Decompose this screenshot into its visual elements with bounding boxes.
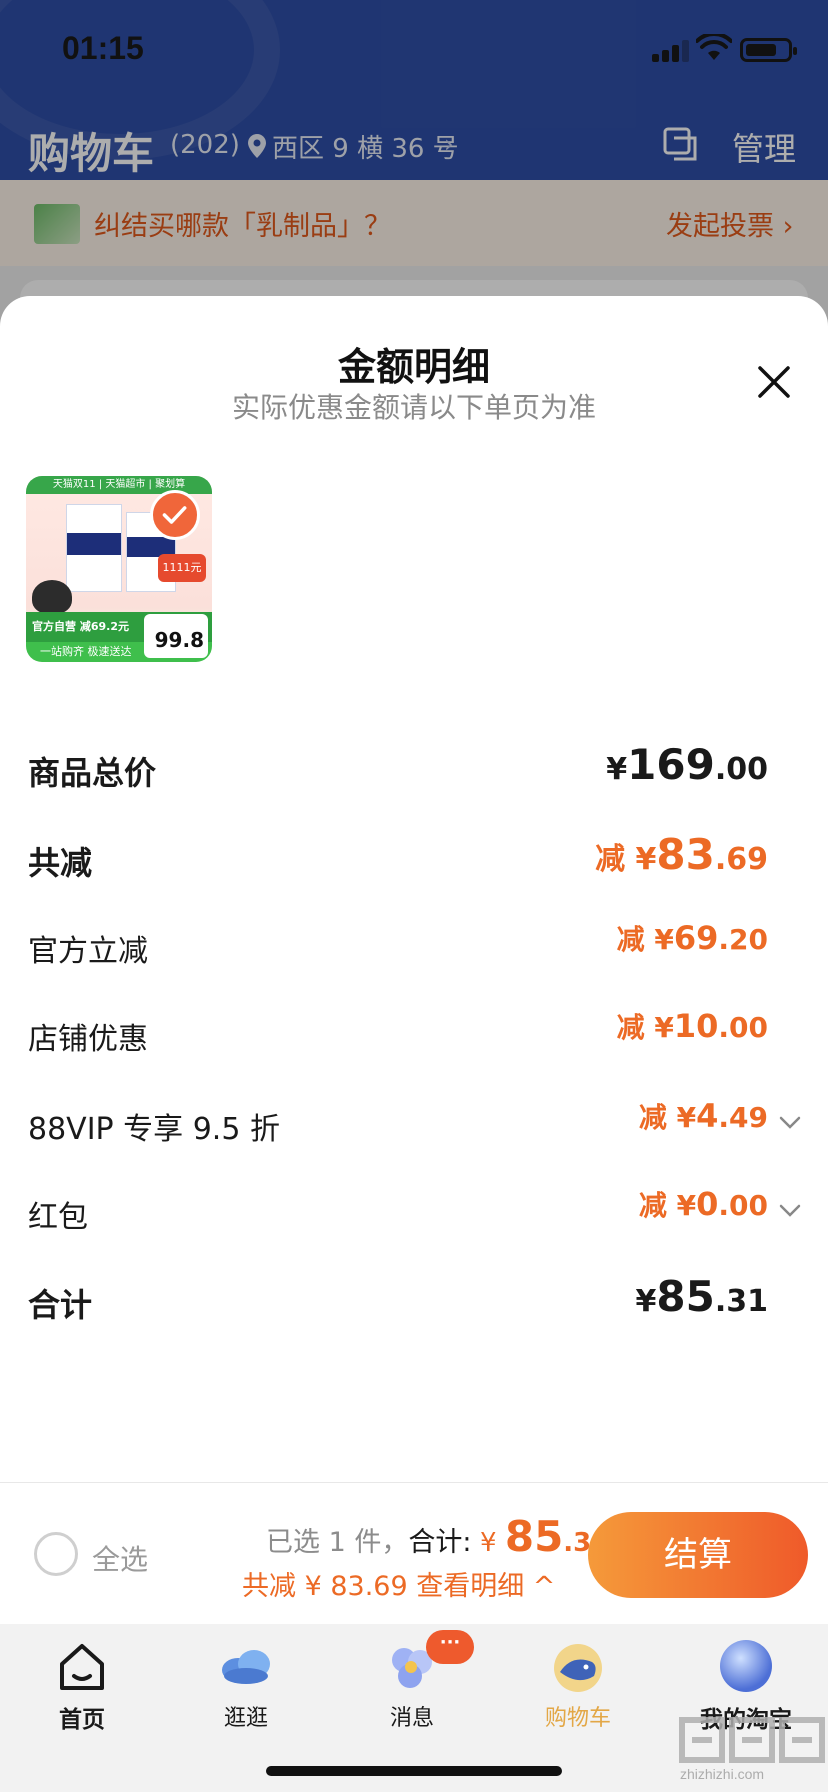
close-icon[interactable] — [756, 364, 792, 400]
checkmark-icon[interactable] — [150, 490, 200, 540]
row-official-discount: 官方立减 减 ¥69.20 — [0, 918, 828, 978]
row-label: 商品总价 — [28, 754, 157, 792]
row-store-discount: 店铺优惠 减 ¥10.00 — [0, 1006, 828, 1066]
product-box-image — [66, 504, 122, 592]
select-all-radio[interactable] — [34, 1532, 78, 1576]
cart-whale-icon — [554, 1644, 602, 1692]
product-promo-tag: 官方自营 减69.2元 — [32, 620, 129, 633]
watermark-text: zhizhizhi.com — [680, 1766, 765, 1782]
message-badge: ··· — [426, 1630, 474, 1664]
row-value: 减 ¥4.49 — [638, 1097, 768, 1135]
product-card-price: 99.8 — [144, 614, 208, 658]
row-label: 红包 — [28, 1200, 88, 1235]
row-label: 88VIP 专享 9.5 折 — [28, 1112, 280, 1147]
row-total-reduction: 共减 减 ¥83.69 — [0, 830, 828, 890]
row-goods-total: 商品总价 ¥169.00 — [0, 740, 828, 800]
home-indicator — [266, 1766, 562, 1776]
row-value: 减 ¥0.00 — [638, 1185, 768, 1223]
tab-cart[interactable]: 购物车 — [518, 1636, 638, 1746]
tab-home[interactable]: 首页 — [22, 1636, 142, 1746]
row-label: 共减 — [28, 844, 93, 882]
tmall-mascot-icon — [32, 580, 72, 614]
sheet-subtitle: 实际优惠金额请以下单页为准 — [231, 391, 596, 424]
tab-label: 逛逛 — [223, 1706, 268, 1731]
product-price-badge: 1111元 — [158, 554, 206, 582]
checkout-button[interactable]: 结算 — [588, 1512, 808, 1598]
chevron-down-icon[interactable] — [776, 1196, 804, 1224]
cloud-icon — [222, 1650, 270, 1684]
row-value: ¥85.31 — [635, 1272, 768, 1321]
avatar-orb-icon — [720, 1640, 772, 1692]
selected-summary: 已选 1 件，合计: ¥ 85.31 — [266, 1512, 610, 1561]
row-red-packet[interactable]: 红包 减 ¥0.00 — [0, 1184, 828, 1244]
view-details-link[interactable]: 共减 ¥ 83.69 查看明细 ^ — [242, 1564, 555, 1603]
row-88vip-discount[interactable]: 88VIP 专享 9.5 折 减 ¥4.49 — [0, 1096, 828, 1156]
row-value: 减 ¥69.20 — [616, 919, 768, 957]
tab-browse[interactable]: 逛逛 — [186, 1636, 306, 1746]
row-grand-total: 合计 ¥85.31 — [0, 1272, 828, 1332]
select-all-label[interactable]: 全选 — [92, 1538, 148, 1578]
row-value: 减 ¥10.00 — [616, 1007, 768, 1045]
sheet-title: 金额明细 — [337, 345, 490, 389]
tab-label: 购物车 — [544, 1706, 611, 1731]
tab-label: 消息 — [389, 1706, 434, 1731]
row-label: 店铺优惠 — [28, 1022, 148, 1057]
row-label: 官方立减 — [28, 934, 148, 969]
home-icon — [60, 1644, 104, 1690]
chevron-down-icon[interactable] — [776, 1108, 804, 1136]
row-value: ¥169.00 — [606, 740, 768, 789]
row-value: 减 ¥83.69 — [595, 830, 768, 879]
row-label: 合计 — [28, 1286, 93, 1324]
tab-label: 首页 — [59, 1707, 105, 1733]
